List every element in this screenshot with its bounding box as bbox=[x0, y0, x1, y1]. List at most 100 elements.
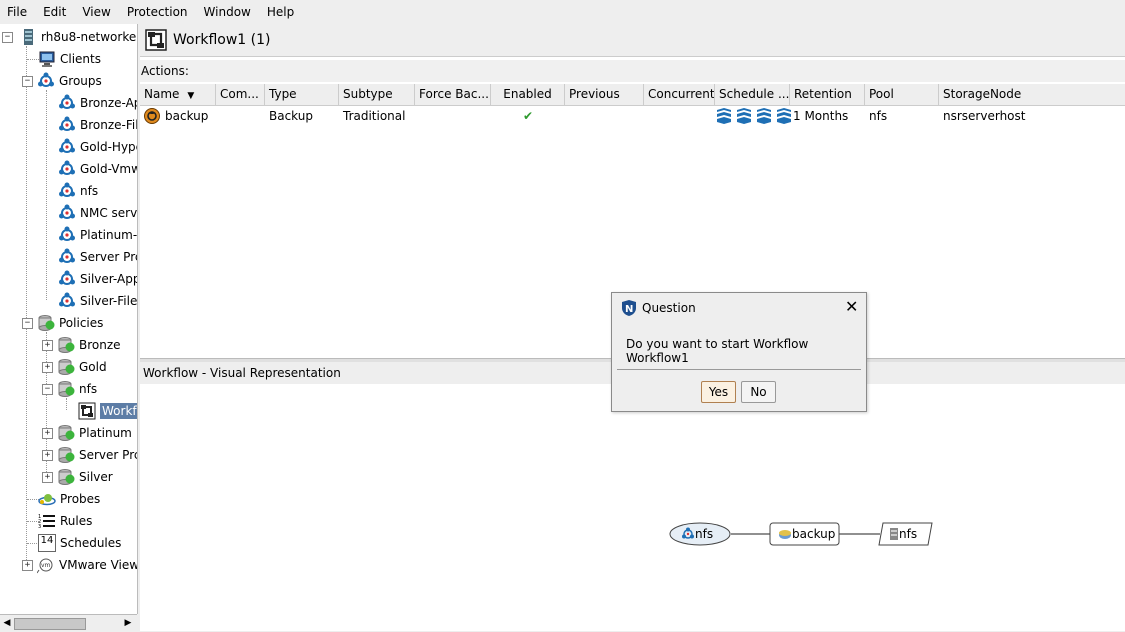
tree-item-label: nfs bbox=[79, 382, 98, 396]
collapse-toggle[interactable]: − bbox=[22, 317, 33, 329]
column-pool[interactable]: Pool bbox=[865, 84, 939, 105]
column-previous[interactable]: Previous bbox=[565, 84, 644, 105]
diagram-group-label-wrap: nfs bbox=[681, 523, 713, 545]
column-name[interactable]: Name ▼ bbox=[140, 84, 216, 105]
menu-edit[interactable]: Edit bbox=[35, 0, 74, 24]
column-type[interactable]: Type bbox=[265, 84, 339, 105]
column-concurrent[interactable]: Concurrent bbox=[644, 84, 715, 105]
tree-item-group[interactable]: Gold-Hype bbox=[58, 136, 137, 158]
menu-bar: File Edit View Protection Window Help bbox=[0, 0, 1125, 24]
tree-item-clients[interactable]: Clients bbox=[38, 48, 101, 70]
backup-icon bbox=[778, 527, 792, 541]
tree-item-group[interactable]: Server Prc bbox=[58, 246, 138, 268]
sidebar-horizontal-scrollbar[interactable]: ◀ ▶ bbox=[0, 614, 137, 632]
column-force-backup[interactable]: Force Bac... bbox=[415, 84, 491, 105]
tree-item-rules[interactable]: 123 Rules bbox=[38, 510, 92, 532]
tree-item-group[interactable]: Silver-App bbox=[58, 268, 137, 290]
column-comment[interactable]: Com... bbox=[216, 84, 265, 105]
menu-protection[interactable]: Protection bbox=[119, 0, 196, 24]
tree-item-group[interactable]: Gold-Vmw bbox=[58, 158, 137, 180]
expand-toggle[interactable]: + bbox=[42, 471, 53, 483]
menu-help[interactable]: Help bbox=[259, 0, 302, 24]
column-label: Name bbox=[144, 87, 180, 101]
group-icon bbox=[58, 116, 76, 134]
scroll-left-arrow[interactable]: ◀ bbox=[1, 617, 13, 629]
group-icon bbox=[681, 527, 695, 541]
tree-item-policy[interactable]: + Gold bbox=[42, 356, 107, 378]
expand-toggle[interactable]: + bbox=[42, 339, 53, 351]
cell-name: backup bbox=[143, 105, 219, 127]
expand-toggle[interactable]: + bbox=[42, 449, 53, 461]
tree-item-group[interactable]: Bronze-Ap bbox=[58, 92, 137, 114]
tree-item-label: Groups bbox=[59, 74, 102, 88]
yes-button[interactable]: Yes bbox=[701, 381, 736, 403]
tree-item-group[interactable]: Platinum-I bbox=[58, 224, 138, 246]
tree-item-label: Bronze bbox=[79, 338, 121, 352]
tree-item-probes[interactable]: Probes bbox=[38, 488, 100, 510]
tree-item-groups[interactable]: − Groups bbox=[22, 70, 102, 92]
expand-toggle[interactable]: + bbox=[42, 361, 53, 373]
list-icon: 123 bbox=[38, 512, 56, 530]
column-storage-node[interactable]: StorageNode bbox=[939, 84, 1125, 105]
expand-toggle[interactable]: + bbox=[42, 427, 53, 439]
column-subtype[interactable]: Subtype bbox=[339, 84, 415, 105]
tree-item-policy[interactable]: + Platinum bbox=[42, 422, 132, 444]
tree-item-schedules[interactable]: 14 Schedules bbox=[38, 532, 121, 554]
collapse-toggle[interactable]: − bbox=[22, 75, 33, 87]
group-icon bbox=[58, 94, 76, 112]
menu-view[interactable]: View bbox=[74, 0, 118, 24]
column-enabled[interactable]: Enabled bbox=[491, 84, 565, 105]
schedule-full-icon bbox=[755, 107, 773, 125]
cell-type: Backup bbox=[269, 109, 313, 123]
collapse-toggle[interactable]: − bbox=[42, 383, 53, 395]
dialog-title: Question bbox=[642, 301, 696, 315]
column-retention[interactable]: Retention bbox=[790, 84, 865, 105]
pool-icon bbox=[889, 527, 899, 541]
tree-item-group[interactable]: Bronze-Fil bbox=[58, 114, 137, 136]
tree-item-label: NMC serv bbox=[80, 206, 138, 220]
diagram-group-label: nfs bbox=[695, 527, 714, 541]
no-button[interactable]: No bbox=[741, 381, 776, 403]
tree-item-policy[interactable]: + Silver bbox=[42, 466, 113, 488]
policy-icon bbox=[57, 336, 75, 354]
table-row[interactable]: backup Backup Traditional ✔ 1 Months nfs… bbox=[140, 105, 1125, 127]
groups-icon bbox=[37, 72, 55, 90]
tree-item-policies[interactable]: − Policies bbox=[22, 312, 103, 334]
tree-item-group[interactable]: Silver-File bbox=[58, 290, 137, 312]
tree-item-policy[interactable]: − nfs bbox=[42, 378, 97, 400]
tree-item-label: Server Prc bbox=[79, 448, 138, 462]
tree-item-workflow[interactable]: Workflo bbox=[78, 400, 137, 422]
schedule-full-icon bbox=[715, 107, 733, 125]
group-icon bbox=[58, 204, 76, 222]
scroll-thumb[interactable] bbox=[14, 618, 86, 630]
group-icon bbox=[58, 270, 76, 288]
tree-item-group[interactable]: NMC serv bbox=[58, 202, 137, 224]
expand-toggle[interactable]: + bbox=[22, 559, 33, 571]
diagram-action-label: backup bbox=[792, 527, 836, 541]
policy-icon bbox=[37, 314, 55, 332]
close-icon[interactable]: ✕ bbox=[845, 298, 858, 316]
tree-item-label: Schedules bbox=[60, 536, 122, 550]
tree-item-policy[interactable]: + Bronze bbox=[42, 334, 121, 356]
group-icon bbox=[58, 292, 76, 310]
tree-root[interactable]: − rh8u8-networker bbox=[2, 26, 137, 48]
collapse-toggle[interactable]: − bbox=[2, 31, 13, 43]
column-schedule[interactable]: Schedule ... bbox=[715, 84, 790, 105]
scroll-right-arrow[interactable]: ▶ bbox=[122, 617, 134, 629]
tree-item-label: Platinum-I bbox=[80, 228, 138, 242]
workflow-icon bbox=[145, 29, 167, 51]
dialog-titlebar[interactable]: N Question ✕ bbox=[612, 293, 866, 323]
cell-retention: 1 Months bbox=[793, 109, 849, 123]
tree-item-group[interactable]: nfs bbox=[58, 180, 98, 202]
question-dialog: N Question ✕ Do you want to start Workfl… bbox=[611, 292, 867, 412]
tree-item-label: Rules bbox=[60, 514, 93, 528]
dialog-message: Do you want to start Workflow Workflow1 bbox=[626, 337, 809, 365]
menu-file[interactable]: File bbox=[0, 0, 35, 24]
tree-item-label: Server Prc bbox=[80, 250, 138, 264]
tree-item-policy[interactable]: + Server Prc bbox=[42, 444, 138, 466]
group-icon bbox=[58, 226, 76, 244]
menu-window[interactable]: Window bbox=[196, 0, 259, 24]
group-icon bbox=[58, 248, 76, 266]
tree-item-vmware[interactable]: + vm VMware View bbox=[22, 554, 137, 576]
policy-icon bbox=[57, 424, 75, 442]
